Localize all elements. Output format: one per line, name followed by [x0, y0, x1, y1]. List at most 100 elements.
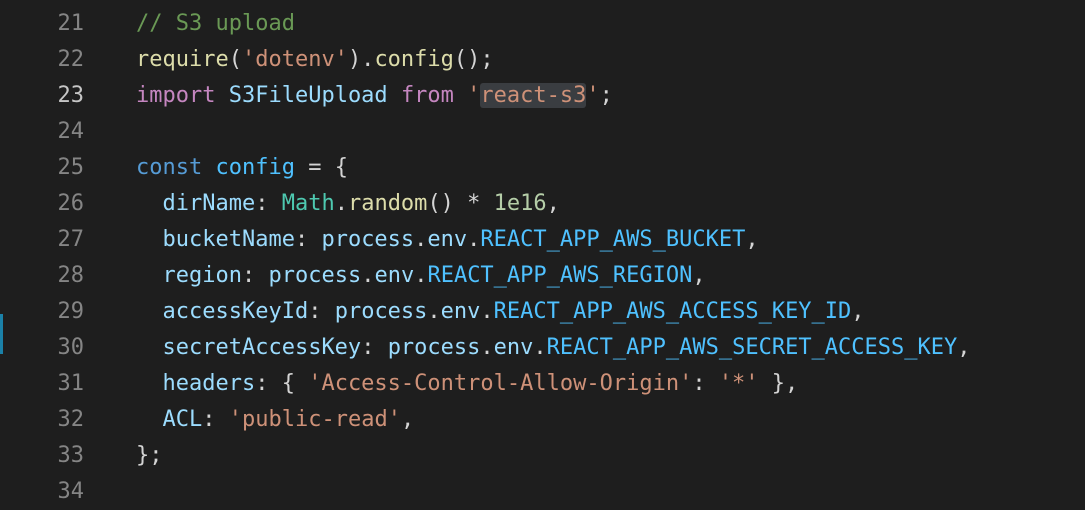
code-line[interactable]: 33};: [0, 438, 1085, 474]
code-token: process: [321, 227, 415, 252]
code-token: .: [480, 335, 494, 360]
line-number: 28: [57, 263, 85, 288]
code-token: import: [136, 83, 216, 108]
code-token: 1e16: [493, 191, 547, 216]
code-line[interactable]: 29 accessKeyId: process.env.REACT_APP_AW…: [0, 294, 1085, 330]
code-token: ,: [745, 227, 759, 252]
code-token: '*': [718, 371, 759, 396]
code-line[interactable]: 32 ACL: 'public-read',: [0, 402, 1085, 438]
code-token: env: [374, 263, 415, 288]
line-code[interactable]: secretAccessKey: process.env.REACT_APP_A…: [136, 330, 971, 366]
code-token: REACT_APP_AWS_SECRET_ACCESS_KEY: [546, 335, 958, 360]
code-token: .: [361, 263, 375, 288]
code-token: ,: [692, 263, 706, 288]
code-token: process: [387, 335, 481, 360]
code-token: headers: [162, 371, 256, 396]
code-token: ,: [546, 191, 560, 216]
code-token: REACT_APP_AWS_ACCESS_KEY_ID: [493, 299, 852, 324]
code-token: config: [215, 155, 295, 180]
code-line[interactable]: 27 bucketName: process.env.REACT_APP_AWS…: [0, 222, 1085, 258]
line-code[interactable]: dirName: Math.random() * 1e16,: [136, 186, 560, 222]
code-token: :: [692, 371, 719, 396]
code-token: config: [374, 47, 454, 72]
code-token: .: [334, 191, 348, 216]
code-token: // S3 upload: [136, 11, 295, 36]
code-token: REACT_APP_AWS_REGION: [427, 263, 693, 288]
line-code[interactable]: require('dotenv').config();: [136, 42, 494, 78]
code-token: :: [308, 299, 335, 324]
code-token: = {: [294, 155, 348, 180]
line-number: 23: [57, 83, 85, 108]
code-token: .: [467, 227, 481, 252]
code-token: :: [361, 335, 388, 360]
code-token: : {: [255, 371, 309, 396]
code-token: ,: [400, 407, 415, 432]
code-token: ': [467, 83, 481, 108]
line-code[interactable]: ACL: 'public-read',: [136, 402, 415, 438]
code-token: ,: [851, 299, 865, 324]
code-token: 'public-read': [228, 407, 401, 432]
code-line[interactable]: 30 secretAccessKey: process.env.REACT_AP…: [0, 330, 1085, 366]
code-token: ACL: [162, 407, 203, 432]
code-token: ).: [347, 47, 375, 72]
code-token: .: [414, 227, 428, 252]
code-token: env: [427, 227, 468, 252]
code-token: .: [414, 263, 428, 288]
code-token: process: [268, 263, 362, 288]
code-token: process: [334, 299, 428, 324]
code-line[interactable]: 31 headers: { 'Access-Control-Allow-Orig…: [0, 366, 1085, 402]
code-editor[interactable]: 21// S3 upload 22 require('dotenv').config…: [0, 0, 1085, 504]
code-token: :: [241, 263, 269, 288]
code-line[interactable]: 25 const config = {: [0, 150, 1085, 186]
line-number: 21: [57, 11, 85, 36]
code-line[interactable]: 22 require('dotenv').config();: [0, 42, 1085, 78]
code-line[interactable]: 23 import S3FileUpload from 'react-s3';: [0, 78, 1085, 114]
line-number: 34: [57, 479, 85, 504]
line-number: 25: [57, 155, 85, 180]
code-line[interactable]: 24: [0, 114, 1085, 150]
line-code[interactable]: };: [136, 438, 163, 474]
code-token: secretAccessKey: [162, 335, 362, 360]
line-number: 32: [57, 407, 85, 432]
line-number: 27: [57, 227, 85, 252]
code-token: const: [136, 155, 203, 180]
code-token: ': [586, 83, 600, 108]
line-number: 22: [57, 47, 85, 72]
code-token: react-s3: [480, 83, 587, 108]
code-line[interactable]: 34: [0, 474, 1085, 510]
code-token: .: [480, 299, 494, 324]
code-token: 'dotenv': [241, 47, 348, 72]
code-token: 'Access-Control-Allow-Origin': [308, 371, 693, 396]
code-token: },: [758, 371, 799, 396]
line-code[interactable]: // S3 upload: [136, 6, 295, 42]
code-line[interactable]: 28 region: process.env.REACT_APP_AWS_REG…: [0, 258, 1085, 294]
line-code[interactable]: region: process.env.REACT_APP_AWS_REGION…: [136, 258, 706, 294]
code-line[interactable]: 26 dirName: Math.random() * 1e16,: [0, 186, 1085, 222]
line-code[interactable]: headers: { 'Access-Control-Allow-Origin'…: [136, 366, 799, 402]
code-token: ;: [599, 83, 613, 108]
code-token: REACT_APP_AWS_BUCKET: [480, 227, 746, 252]
code-token: Math: [281, 191, 335, 216]
line-code[interactable]: const config = {: [136, 150, 348, 186]
code-token: bucketName: [162, 227, 295, 252]
code-token: :: [294, 227, 322, 252]
code-line[interactable]: 21 // S3 upload: [0, 6, 1085, 42]
line-code[interactable]: accessKeyId: process.env.REACT_APP_AWS_A…: [136, 294, 865, 330]
line-code[interactable]: bucketName: process.env.REACT_APP_AWS_BU…: [136, 222, 759, 258]
code-token: :: [202, 407, 229, 432]
line-number: 31: [57, 371, 85, 396]
line-code[interactable]: import S3FileUpload from 'react-s3';: [136, 78, 613, 114]
code-token: S3FileUpload: [228, 83, 388, 108]
code-token: (: [228, 47, 242, 72]
line-number: 29: [57, 299, 85, 324]
